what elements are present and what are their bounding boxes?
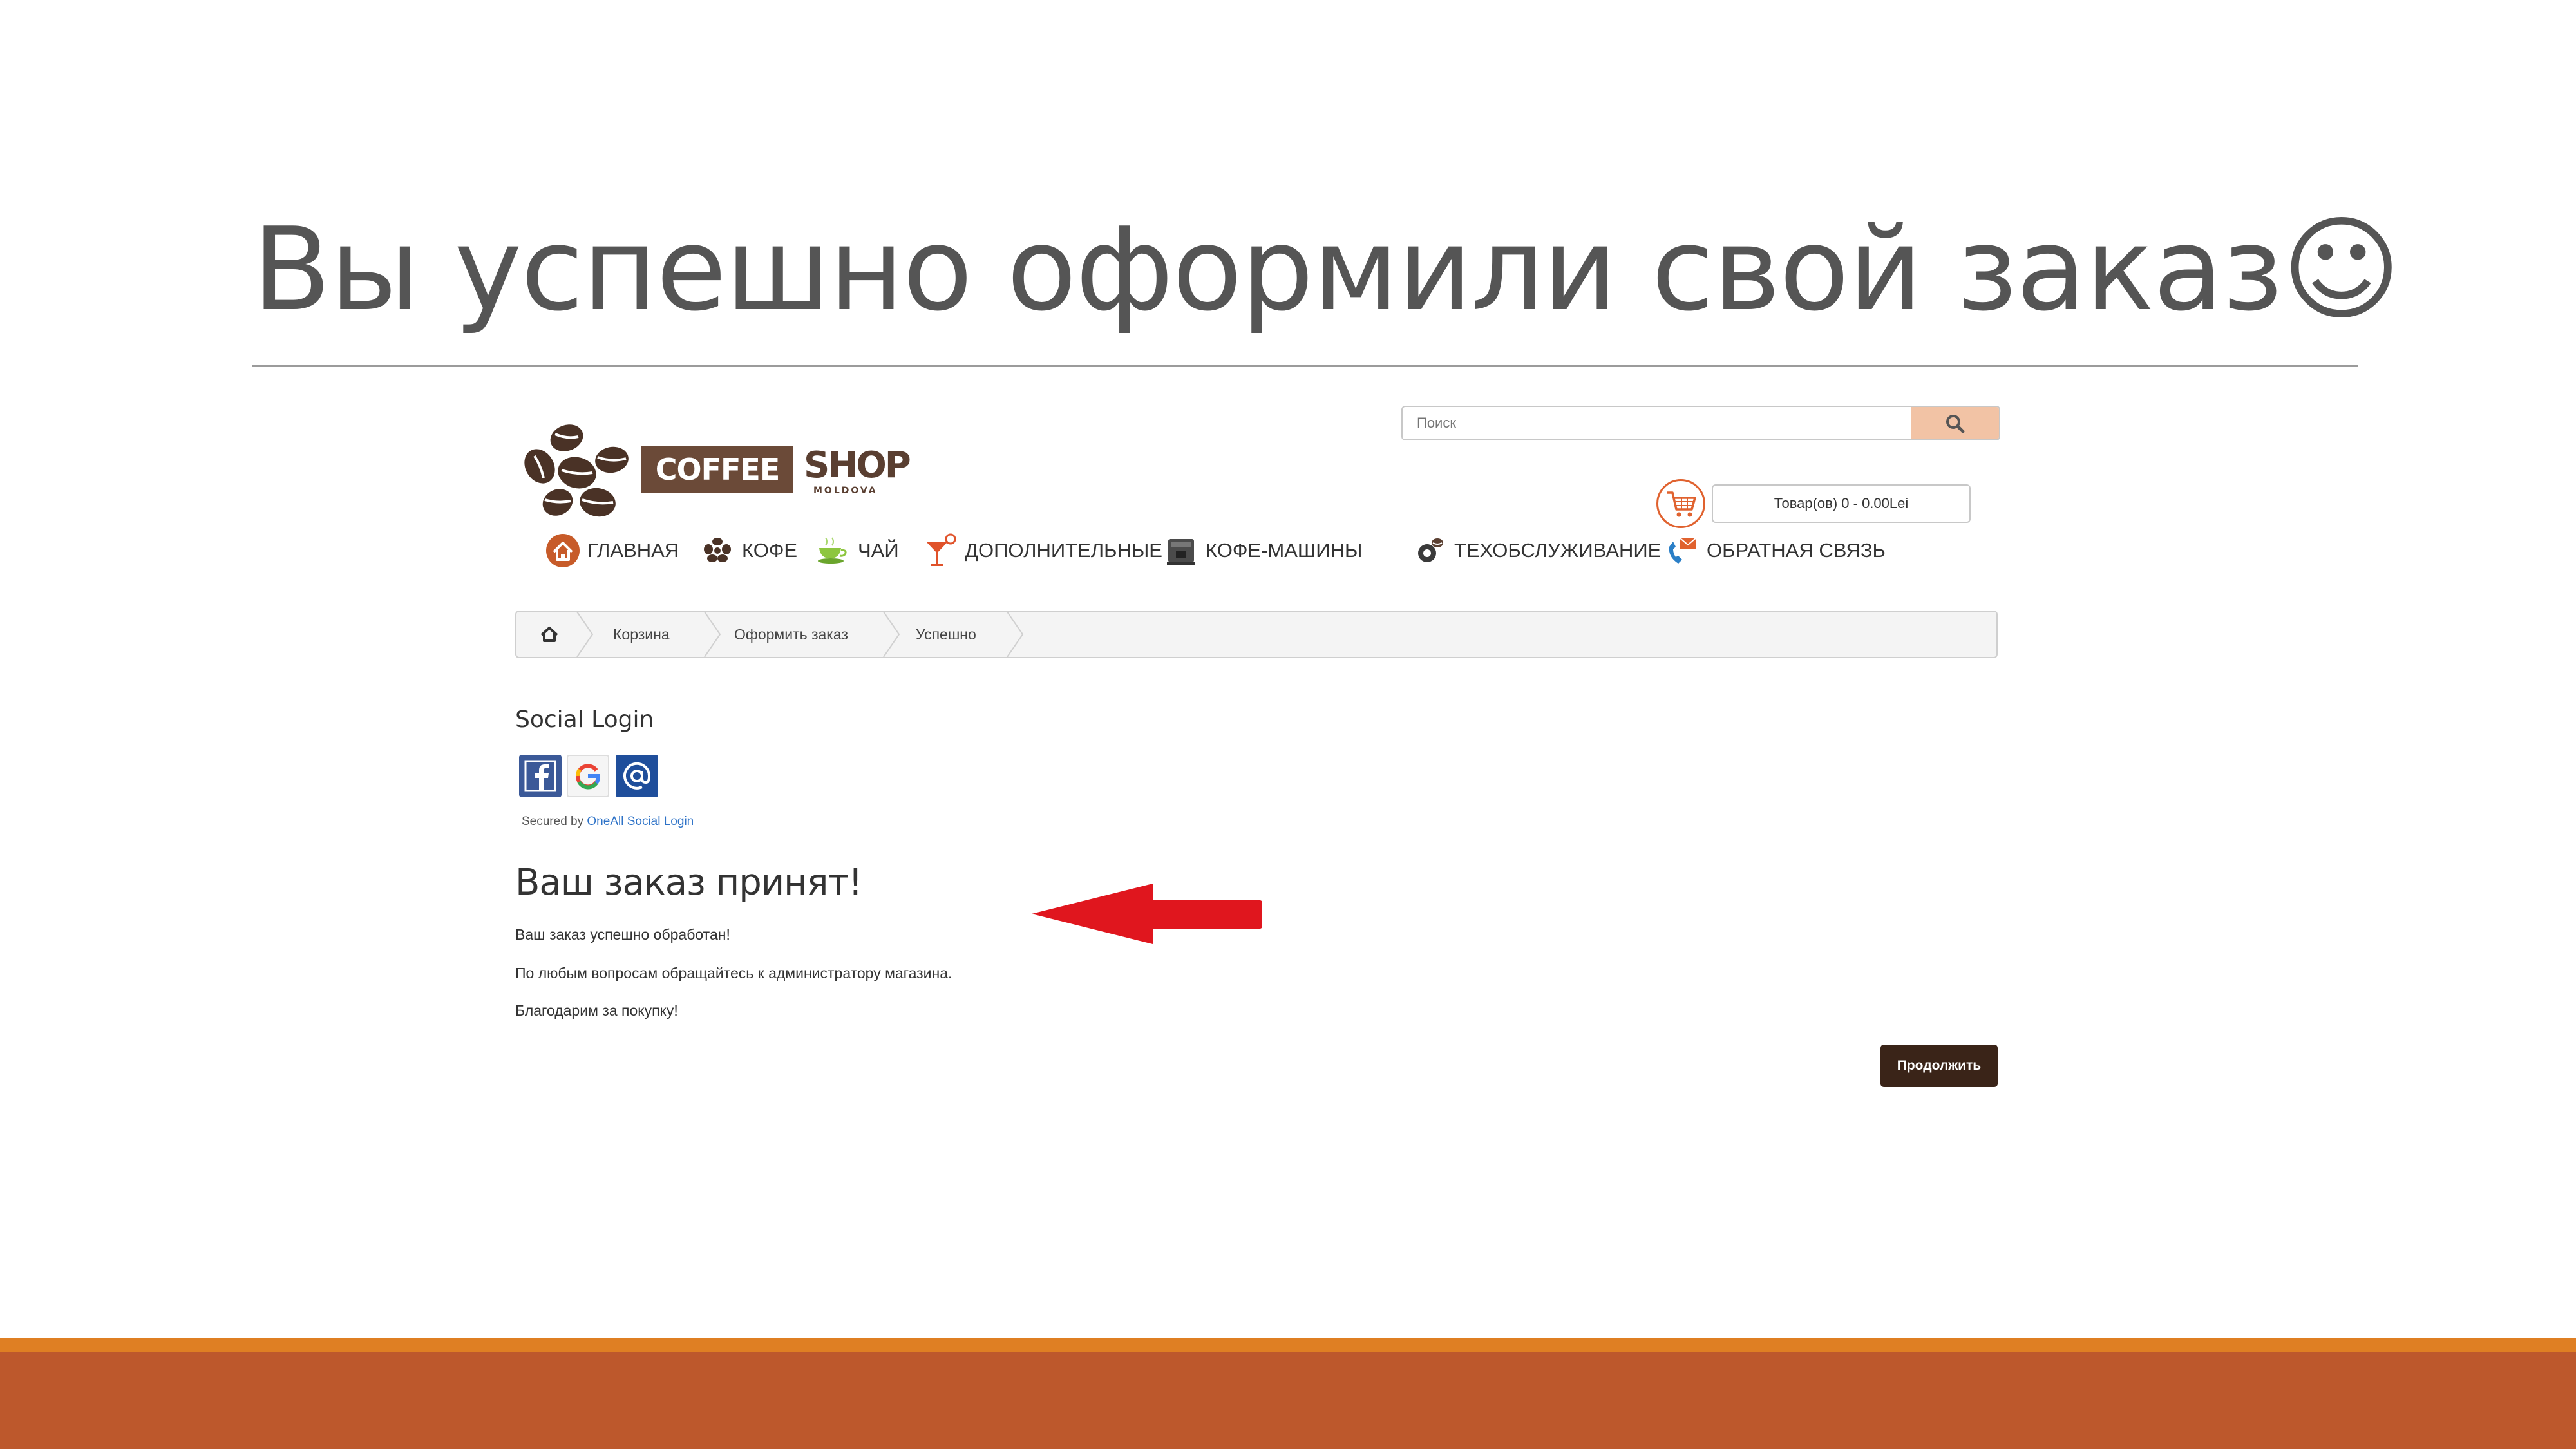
coffee-beans-logo-icon <box>524 424 629 517</box>
home-icon <box>546 534 580 567</box>
search-input[interactable] <box>1403 407 1911 439</box>
phone-envelope-icon <box>1669 537 1697 564</box>
mail-login-button[interactable] <box>616 755 658 797</box>
breadcrumb: Корзина Оформить заказ Успешно <box>515 611 1998 658</box>
breadcrumb-item[interactable]: Корзина <box>613 612 670 657</box>
facebook-login-button[interactable] <box>519 755 562 797</box>
order-line-contact: По любым вопросам обращайтесь к админист… <box>515 965 952 981</box>
main-nav: ГЛАВНАЯ КОФЕ ЧАЙ ДОПОЛНИТЕЛЬНЫЕ КОФЕ-МАШ… <box>545 529 2000 572</box>
nav-item-service[interactable]: ТЕХОБСЛУЖИВАНИЕ <box>1412 529 1661 572</box>
order-line-processed: Ваш заказ успешно обработан! <box>515 926 730 943</box>
nav-item-extras[interactable]: ДОПОЛНИТЕЛЬНЫЕ <box>922 529 1162 572</box>
slide-footer-band-orange <box>0 1338 2576 1352</box>
search-bar <box>1401 406 2000 440</box>
shopping-cart-icon <box>1667 491 1696 517</box>
breadcrumb-separator-icon <box>1007 612 1024 657</box>
nav-item-coffee-machines[interactable]: КОФЕ-МАШИНЫ <box>1163 529 1362 572</box>
oneall-link[interactable]: OneAll Social Login <box>587 815 694 828</box>
nav-item-label: КОФЕ <box>742 539 798 562</box>
tea-cup-icon <box>818 537 847 564</box>
nav-item-label: ТЕХОБСЛУЖИВАНИЕ <box>1454 539 1662 562</box>
order-line-thanks: Благодарим за покупку! <box>515 1002 678 1019</box>
website-screenshot: COFFEE SHOP MOLDOVA Товар(ов) 0 - 0.00Le… <box>509 399 2003 1108</box>
secured-by-text: Secured by OneAll Social Login <box>522 815 694 829</box>
continue-button[interactable]: Продолжить <box>1880 1045 1998 1087</box>
coffee-beans-icon <box>704 538 731 562</box>
nav-item-feedback[interactable]: ОБРАТНАЯ СВЯЗЬ <box>1664 529 1886 572</box>
breadcrumb-separator-icon <box>576 612 594 657</box>
slide-footer-band <box>0 1352 2576 1449</box>
breadcrumb-item-current: Успешно <box>916 626 976 643</box>
breadcrumb-separator-icon <box>704 612 721 657</box>
nav-item-tea[interactable]: ЧАЙ <box>815 529 899 572</box>
logo-brand-right: SHOP <box>804 444 911 486</box>
secured-prefix: Secured by <box>522 815 587 828</box>
cart-button[interactable] <box>1656 479 1705 528</box>
nav-item-label: ДОПОЛНИТЕЛЬНЫЕ <box>965 539 1162 562</box>
slide-title: Вы успешно оформили свой заказ☺ <box>252 203 2401 336</box>
breadcrumb-item[interactable]: Оформить заказ <box>734 612 848 657</box>
facebook-icon <box>524 760 556 792</box>
breadcrumb-separator-icon <box>883 612 900 657</box>
order-accepted-title: Ваш заказ принят! <box>515 862 863 904</box>
nav-item-label: ГЛАВНАЯ <box>587 539 679 562</box>
search-button[interactable] <box>1911 407 1999 439</box>
mail-at-icon <box>623 762 651 790</box>
home-icon <box>540 627 558 642</box>
site-logo[interactable]: COFFEE SHOP MOLDOVA <box>522 407 911 523</box>
social-login-title: Social Login <box>515 706 654 733</box>
nav-item-label: ЧАЙ <box>858 539 899 562</box>
cart-summary[interactable]: Товар(ов) 0 - 0.00Lei <box>1712 484 1971 523</box>
cocktail-icon <box>926 533 956 566</box>
red-arrow-left-icon <box>1032 884 1262 944</box>
search-icon <box>1946 415 1965 433</box>
logo-subtitle: MOLDOVA <box>813 486 878 496</box>
google-login-button[interactable] <box>567 755 609 797</box>
title-divider <box>252 365 2358 367</box>
nav-item-home[interactable]: ГЛАВНАЯ <box>545 529 679 572</box>
google-icon <box>576 764 601 790</box>
coffee-machine-icon <box>1167 539 1195 565</box>
breadcrumb-home[interactable] <box>540 612 559 657</box>
nav-item-label: ОБРАТНАЯ СВЯЗЬ <box>1707 539 1886 562</box>
logo-brand-left: COFFEE <box>641 446 793 493</box>
service-icon <box>1418 538 1443 562</box>
nav-item-coffee[interactable]: КОФЕ <box>699 529 797 572</box>
nav-item-label: КОФЕ-МАШИНЫ <box>1206 539 1363 562</box>
